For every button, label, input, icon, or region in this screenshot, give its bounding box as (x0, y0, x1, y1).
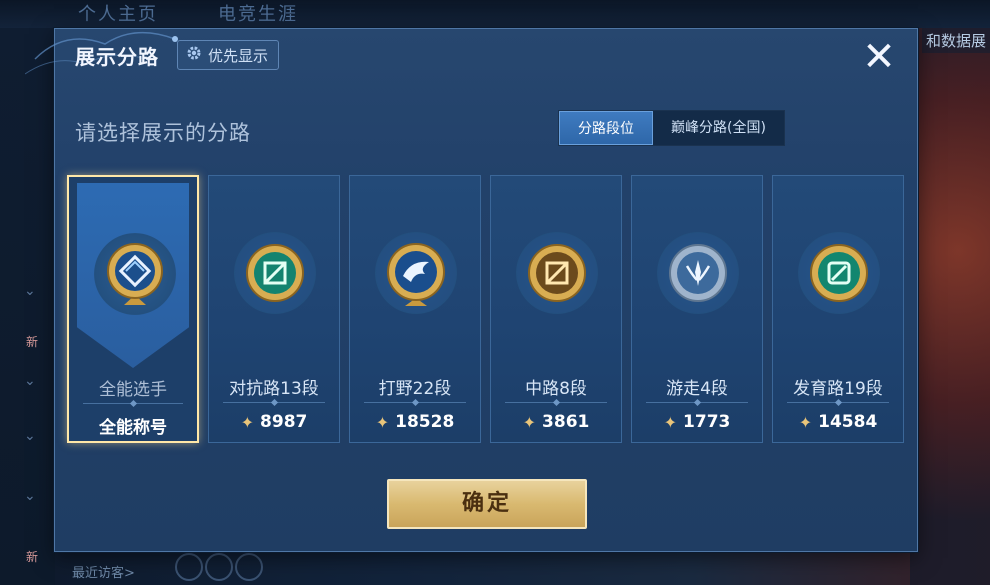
card-footer: ✦ 3861 (491, 412, 621, 432)
card-footer: ✦ 18528 (350, 412, 480, 432)
confirm-button[interactable]: 确定 (387, 479, 587, 529)
card-footer: ✦ 1773 (632, 412, 762, 432)
rank-points-value: 8987 (260, 412, 308, 432)
lane-card-roam[interactable]: 游走4段 ✦ 1773 (631, 175, 763, 443)
clash-lane-emblem-icon (234, 232, 316, 314)
lane-card-mid[interactable]: 中路8段 ✦ 3861 (490, 175, 622, 443)
modal-title: 展示分路 (75, 45, 159, 69)
rank-points-icon: ✦ (375, 412, 390, 432)
tab-lane-rank[interactable]: 分路段位 (559, 111, 653, 145)
card-title: 全能选手 (99, 380, 167, 400)
priority-display-label: 优先显示 (208, 46, 269, 65)
lane-card-list: 全能选手 全能称号 对抗路13段 ✦ 8987 打野22段 ✦ 18528 中路… (67, 175, 907, 445)
card-footer: ✦ 14584 (773, 412, 903, 432)
rank-points-value: 1773 (683, 412, 731, 432)
lane-card-clash[interactable]: 对抗路13段 ✦ 8987 (208, 175, 340, 443)
background-right-hint: 和数据展 (921, 28, 990, 53)
card-title: 打野22段 (378, 379, 452, 399)
background-hero-art (910, 28, 990, 585)
visitor-avatar (175, 553, 203, 581)
jungle-emblem-icon (375, 232, 457, 314)
card-title: 中路8段 (525, 379, 587, 399)
rank-points-value: 3861 (542, 412, 590, 432)
farm-lane-emblem-icon (798, 232, 880, 314)
gear-icon (186, 45, 202, 65)
card-divider (223, 402, 325, 403)
lane-tab-group: 分路段位 巅峰分路(全国) (558, 110, 785, 146)
lane-card-all-round[interactable]: 全能选手 全能称号 (67, 175, 199, 443)
lane-card-jungle[interactable]: 打野22段 ✦ 18528 (349, 175, 481, 443)
chevron-down-icon: ⌄ (24, 488, 36, 504)
visitor-avatar (235, 553, 263, 581)
mid-lane-emblem-icon (516, 232, 598, 314)
card-divider (364, 402, 466, 403)
card-title: 对抗路13段 (229, 379, 319, 399)
roam-emblem-icon (657, 232, 739, 314)
chevron-down-icon: ⌄ (24, 373, 36, 389)
background-tab-profile: 个人主页 (78, 4, 158, 25)
card-title: 游走4段 (666, 379, 728, 399)
rank-points-icon: ✦ (798, 412, 813, 432)
priority-display-button[interactable]: 优先显示 (177, 40, 280, 70)
select-lane-prompt: 请选择展示的分路 (75, 121, 251, 145)
rank-points-icon: ✦ (240, 412, 255, 432)
new-badge: 新 (26, 550, 39, 564)
lane-card-farm[interactable]: 发育路19段 ✦ 14584 (772, 175, 904, 443)
background-top-bar: 个人主页 电竞生涯 (0, 0, 990, 28)
rank-points-icon: ✦ (663, 412, 678, 432)
card-footer: ✦ 8987 (209, 412, 339, 432)
close-button[interactable]: ✕ (859, 37, 899, 77)
card-divider (787, 402, 889, 403)
recent-visitors-link[interactable]: 最近访客> (72, 562, 135, 581)
visitor-avatar (205, 553, 233, 581)
rank-points-icon: ✦ (522, 412, 537, 432)
card-divider (83, 403, 183, 404)
lane-display-modal: 展示分路 优先显示 ✕ 请选择展示的分路 分路段位 巅峰分路(全国) 全能选手 … (25, 28, 918, 552)
chevron-down-icon: ⌄ (24, 283, 36, 299)
chevron-down-icon: ⌄ (24, 428, 36, 444)
rank-points-value: 14584 (818, 412, 878, 432)
background-tab-esports: 电竞生涯 (218, 4, 298, 25)
card-divider (505, 402, 607, 403)
tab-peak-lane-national[interactable]: 巅峰分路(全国) (653, 111, 784, 145)
card-title: 发育路19段 (793, 379, 883, 399)
all-round-emblem-icon (94, 233, 176, 315)
rank-points-value: 18528 (395, 412, 455, 432)
card-footer: 全能称号 (69, 413, 197, 438)
background-left-panel: ⌄ 新 ⌄ ⌄ ⌄ 新 (0, 28, 55, 585)
all-round-title-label: 全能称号 (99, 418, 167, 438)
new-badge: 新 (26, 335, 39, 349)
card-divider (646, 402, 748, 403)
